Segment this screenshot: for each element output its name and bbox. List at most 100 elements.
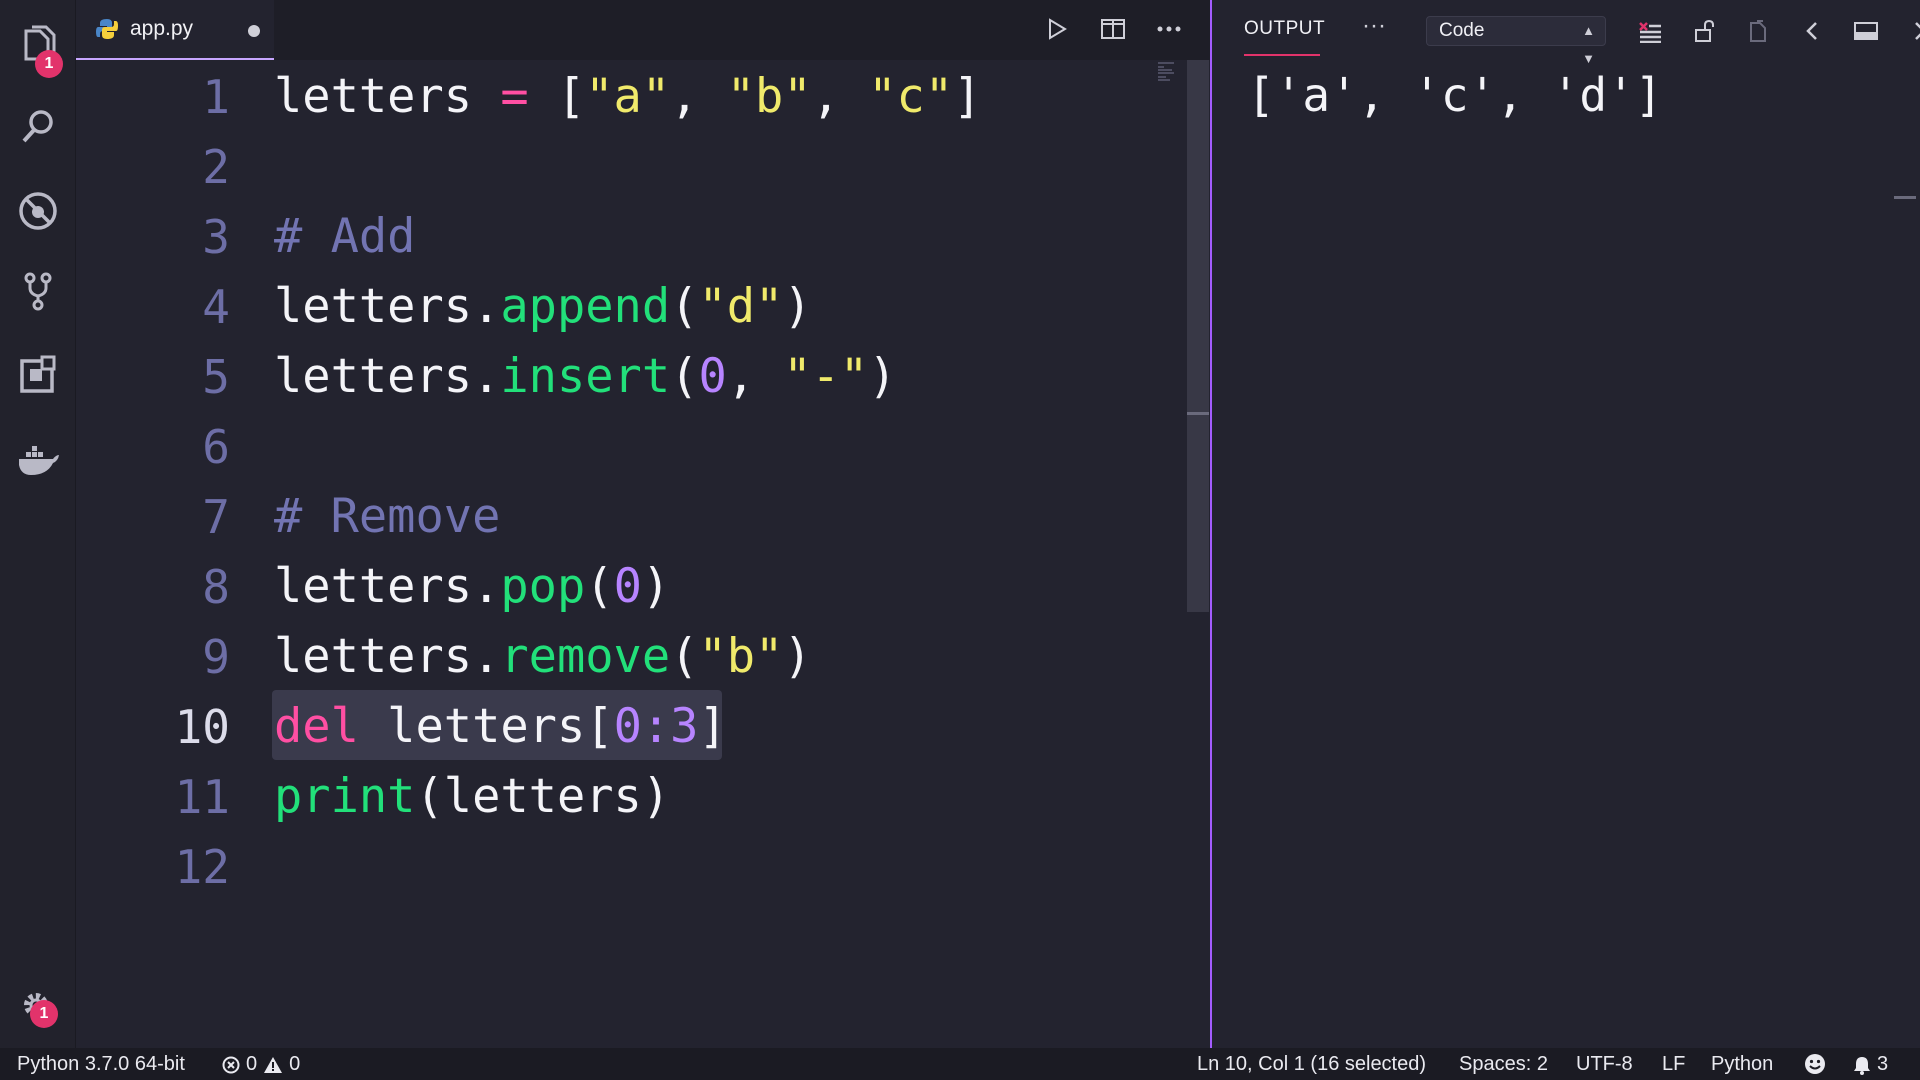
panel-scroll-marker: [1894, 196, 1916, 199]
docker-icon: [19, 446, 59, 475]
line-number-gutter: 1 2 3 4 5 6 7 8 9 10 11 12: [76, 60, 230, 1048]
panel-divider[interactable]: [1210, 0, 1212, 1048]
unsaved-dot-icon[interactable]: [248, 25, 260, 37]
tab-output[interactable]: OUTPUT: [1244, 18, 1325, 40]
line-number: 5: [202, 350, 230, 404]
line-ending[interactable]: LF: [1662, 1053, 1685, 1076]
editor-actions: [1040, 12, 1186, 46]
code-line: letters.insert(0, "-"): [274, 349, 897, 404]
string: "-": [783, 349, 869, 404]
code-line: letters = ["a", "b", "c"]: [274, 69, 982, 124]
smiley-icon: [1805, 1054, 1825, 1074]
debug-icon: [19, 192, 57, 230]
docker-button[interactable]: [0, 428, 76, 490]
python-file-icon: [96, 19, 118, 39]
keyword: del: [274, 699, 359, 754]
clear-output-button[interactable]: [1632, 14, 1668, 48]
explorer-button[interactable]: 1: [0, 14, 76, 78]
line-number: 12: [174, 840, 230, 894]
string: "b": [698, 629, 784, 684]
search-button[interactable]: [0, 96, 76, 158]
editor-tab-bar: app.py: [76, 0, 1210, 60]
editor-scrollbar[interactable]: [1187, 60, 1209, 612]
string: "d": [698, 279, 784, 334]
feedback-button[interactable]: [1804, 1053, 1826, 1075]
code-editor[interactable]: 1 2 3 4 5 6 7 8 9 10 11 12 letters = ["a…: [76, 60, 1210, 1048]
output-channel-value: Code: [1439, 20, 1485, 41]
manage-button[interactable]: 1: [0, 976, 76, 1038]
toggle-panel-button[interactable]: [1848, 14, 1884, 48]
function: insert: [500, 349, 671, 404]
line-number: 6: [202, 420, 230, 474]
output-text[interactable]: ['a', 'c', 'd']: [1247, 60, 1662, 130]
active-tab-indicator: [1244, 54, 1320, 56]
language-mode[interactable]: Python: [1711, 1053, 1773, 1076]
code-line: letters.pop(0): [274, 559, 671, 614]
code-line: print(letters): [274, 769, 671, 824]
chevron-left-icon: [1806, 22, 1817, 40]
activity-bar: 1 1: [0, 0, 76, 1048]
panel-layout-icon: [1854, 22, 1878, 40]
error-count: 0: [246, 1053, 258, 1075]
number: 3: [670, 699, 699, 754]
operator: =: [500, 69, 529, 124]
function: remove: [500, 629, 671, 684]
warning-count: 0: [289, 1053, 301, 1075]
bell-icon: [1854, 1056, 1870, 1075]
cursor-position[interactable]: Ln 10, Col 1 (16 selected): [1197, 1053, 1426, 1076]
number: 0: [698, 349, 727, 404]
line-number-active: 10: [174, 700, 230, 754]
function: print: [274, 769, 416, 824]
extensions-button[interactable]: [0, 344, 76, 406]
run-button[interactable]: [1040, 12, 1074, 46]
string: "c": [868, 69, 954, 124]
line-number: 9: [202, 630, 230, 684]
notifications-button[interactable]: 3: [1853, 1053, 1888, 1076]
search-icon: [22, 110, 53, 143]
status-bar: Python 3.7.0 64-bit 0 0 Ln 10, Col 1 (16…: [0, 1048, 1920, 1080]
number: 0: [613, 559, 642, 614]
split-editor-button[interactable]: [1096, 12, 1130, 46]
indentation[interactable]: Spaces: 2: [1459, 1053, 1548, 1076]
ellipsis-icon: [1157, 26, 1181, 32]
previous-button[interactable]: [1794, 14, 1830, 48]
output-channel-select[interactable]: Code ▲ ▼: [1426, 16, 1606, 66]
code-line: letters.append("d"): [274, 279, 812, 334]
extensions-icon: [20, 355, 56, 393]
line-number: 3: [202, 210, 230, 264]
line-number: 2: [202, 140, 230, 194]
code-line: # Remove: [274, 482, 500, 552]
line-number: 7: [202, 490, 230, 544]
tab-app-py[interactable]: app.py: [76, 0, 274, 60]
identifier: letters: [274, 69, 473, 124]
open-log-button[interactable]: [1740, 14, 1776, 48]
string: "b": [726, 69, 812, 124]
more-actions-button[interactable]: [1152, 12, 1186, 46]
source-control-button[interactable]: [0, 260, 76, 322]
play-icon: [1049, 18, 1067, 40]
line-number: 8: [202, 560, 230, 614]
code-line: letters.remove("b"): [274, 629, 812, 684]
function: pop: [500, 559, 586, 614]
line-number: 4: [202, 280, 230, 334]
string: "a": [585, 69, 671, 124]
number: 0: [613, 699, 642, 754]
explorer-badge: 1: [35, 50, 63, 78]
output-panel-header: OUTPUT ··· Code ▲ ▼: [1212, 0, 1920, 66]
code-line: # Add: [274, 202, 415, 272]
scroll-lock-button[interactable]: [1686, 14, 1722, 48]
settings-badge: 1: [30, 1000, 58, 1028]
debug-button[interactable]: [0, 180, 76, 242]
comment: # Add: [274, 209, 416, 264]
line-number: 11: [174, 770, 230, 824]
line-number: 1: [202, 70, 230, 124]
python-interpreter[interactable]: Python 3.7.0 64-bit: [17, 1053, 185, 1076]
encoding[interactable]: UTF-8: [1576, 1053, 1633, 1076]
minimap[interactable]: [1156, 60, 1178, 84]
next-button[interactable]: [1902, 14, 1920, 48]
chevron-right-icon: [1915, 22, 1920, 40]
error-icon: [222, 1056, 240, 1073]
panel-more-button[interactable]: ···: [1362, 12, 1386, 40]
problems-indicator[interactable]: 0 0: [222, 1053, 300, 1076]
panel-toolbar: [1632, 14, 1920, 48]
